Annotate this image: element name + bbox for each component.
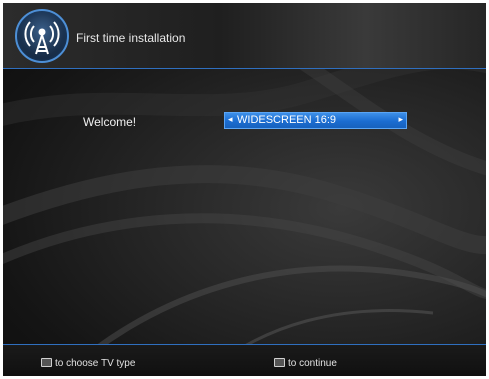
hint-continue: to continue [274,357,337,369]
page-title: First time installation [76,31,186,45]
hint-left-text: to choose TV type [55,358,136,369]
hint-choose-tv-type: to choose TV type [41,357,136,369]
footer-bar: to choose TV type to continue [3,345,486,376]
antenna-icon [15,9,69,63]
remote-key-icon [41,357,52,367]
hint-right-text: to continue [288,358,337,369]
tv-type-value: WIDESCREEN 16:9 [237,114,337,126]
arrow-left-icon[interactable]: ◂ [228,114,233,125]
ok-key-icon [274,357,285,367]
header-bar: First time installation [3,3,486,69]
welcome-label: Welcome! [83,115,137,129]
tv-type-selector[interactable]: ◂ WIDESCREEN 16:9 ▸ [224,112,407,129]
installation-screen: First time installation Welcome! ◂ WIDES… [3,3,486,376]
arrow-right-icon[interactable]: ▸ [398,114,403,125]
header-divider [3,68,486,69]
